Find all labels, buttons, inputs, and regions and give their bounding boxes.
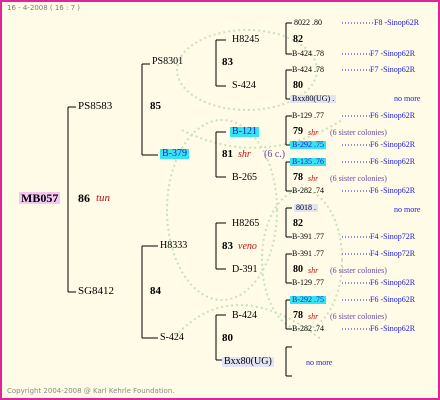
gen4-name-7[interactable]: B-135 .76 [290,158,326,166]
sire-score: 85 [150,100,161,112]
gen3-b424-note: shr [308,312,319,321]
gen3-h8265-score: 82 [293,218,303,229]
gen3-b121-note: shr [308,128,319,137]
gen3-d391-extra: (6 sister colonies) [330,266,387,275]
gen3-b265-score: 78 [293,172,303,183]
gen4-line-10: F4 -Sinop72R [370,232,416,241]
gen4-line-1: F8 -Sinop62R [374,18,420,27]
gen2-h8333-name[interactable]: H8333 [160,241,187,251]
gen4-line-11: F4 -Sinop72R [370,249,416,258]
gen4-name-3[interactable]: B-424 .78 [292,66,324,74]
gen3-b424-extra: (6 sister colonies) [330,312,387,321]
pedigree-panel: 16 - 4-2008 ( 16 : 7 ) Copyright 2004-20… [0,0,440,400]
root-queen-score: 86 [78,191,90,205]
sire-name[interactable]: PS8583 [78,101,112,112]
gen4-name-13[interactable]: B-292 .75 [290,296,326,304]
copyright: Copyright 2004-2008 @ Karl Kehrle Founda… [7,387,175,395]
gen3-bxx80-name[interactable]: Bxx80(UG) [222,357,274,367]
gen3-h8245-score: 82 [293,34,303,45]
gen3-h8245-name[interactable]: H8245 [232,35,259,45]
gen4-line-4: no more [394,94,421,103]
gen3-b424-name[interactable]: B-424 [232,311,257,321]
gen3-b265-name[interactable]: B-265 [232,173,257,183]
gen4-line-7: F6 -Sinop62R [370,157,416,166]
gen3-b424-score: 78 [293,310,303,321]
root-queen-name[interactable]: MB057 [19,192,61,204]
gen3-s424-name[interactable]: S-424 [232,81,256,91]
gen4-name-10[interactable]: B-391 .77 [292,233,324,241]
gen2-b379-score: 81 [222,148,233,160]
gen3-h8265-name[interactable]: H8265 [232,219,259,229]
gen4-line-9: no more [394,205,421,214]
gen3-b121-name[interactable]: B-121 [230,127,259,137]
gen3-s424-score: 80 [293,80,303,91]
gen3-d391-name[interactable]: D-391 [232,265,258,275]
gen2-ps8301-name[interactable]: PS8301 [152,57,183,67]
gen4-line-14: F6 -Sinop62R [370,324,416,333]
gen4-line-3: F7 -Sinop62R [370,65,416,74]
gen2-s424-name[interactable]: S-424 [160,333,184,343]
gen4-line-13: F6 -Sinop62R [370,295,416,304]
dam-name[interactable]: SG8412 [78,286,114,297]
gen4-name-5[interactable]: B-129 .77 [292,112,324,120]
gen4-name-4[interactable]: Bxx80(UG) . [290,95,337,103]
gen3-b121-extra: (6 sister colonies) [330,128,387,137]
timestamp: 16 - 4-2008 ( 16 : 7 ) [7,4,80,12]
gen3-d391-note: shr [308,266,319,275]
gen4-line-5: F6 -Sinop62R [370,111,416,120]
gen2-b379-extra: (6 c.) [264,149,286,160]
gen4-name-2[interactable]: B-424 .78 [292,50,324,58]
gen3-bxx80-more: no more [306,358,333,367]
gen2-h8333-note: veno [238,241,257,252]
gen4-name-1[interactable]: 8022 .80 [294,19,322,27]
gen2-b379-note: shr [238,149,251,160]
gen4-name-12[interactable]: B-129 .77 [292,279,324,287]
gen4-line-2: F7 -Sinop62R [370,49,416,58]
gen3-d391-score: 80 [293,264,303,275]
gen3-b265-note: shr [308,174,319,183]
gen2-h8333-score: 83 [222,240,233,252]
gen2-ps8301-score: 83 [222,56,233,68]
pedigree-connectors [67,22,374,377]
gen3-b265-extra: (6 sister colonies) [330,174,387,183]
gen4-name-8[interactable]: B-282 .74 [292,187,324,195]
gen4-name-6[interactable]: B-292 .75 [290,141,326,149]
gen4-line-8: F6 -Sinop62R [370,186,416,195]
gen4-name-11[interactable]: B-391 .77 [292,250,324,258]
gen4-name-14[interactable]: B-282 .74 [292,325,324,333]
root-queen-note: tun [96,192,111,204]
dam-score: 84 [150,285,161,297]
gen4-name-9[interactable]: 8018 . [294,204,318,212]
gen2-b379-name[interactable]: B-379 [160,149,189,159]
gen4-line-6: F6 -Sinop62R [370,140,416,149]
gen2-s424-score: 80 [222,332,233,344]
gen3-b121-score: 79 [293,126,303,137]
gen4-line-12: F6 -Sinop62R [370,278,416,287]
